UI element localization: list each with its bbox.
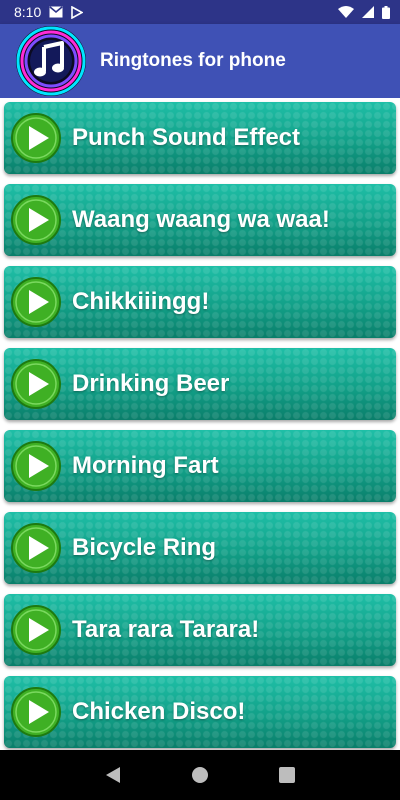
recents-icon[interactable] [275,763,299,787]
play-icon[interactable] [10,194,62,246]
play-icon[interactable] [10,686,62,738]
ringtone-item[interactable]: Chicken Disco! [4,676,396,748]
ringtone-item[interactable]: Chikkiiingg! [4,266,396,338]
play-icon[interactable] [10,112,62,164]
home-icon[interactable] [188,763,212,787]
ringtone-name: Chicken Disco! [72,698,246,725]
play-icon[interactable] [10,276,62,328]
status-bar: 8:10 [0,0,400,24]
ringtone-name: Waang waang wa waa! [72,206,330,233]
ringtone-name: Chikkiiingg! [72,288,210,315]
ringtone-list[interactable]: Punch Sound Effect Waang waang wa waa! C… [0,98,400,750]
back-icon[interactable] [101,763,125,787]
ringtone-item[interactable]: Morning Fart [4,430,396,502]
ringtone-item[interactable]: Punch Sound Effect [4,102,396,174]
ringtone-item[interactable]: Waang waang wa waa! [4,184,396,256]
wifi-icon [338,6,354,18]
ringtone-name: Morning Fart [72,452,219,479]
ringtone-name: Drinking Beer [72,370,230,397]
app-bar: Ringtones for phone [0,24,400,98]
ringtone-item[interactable]: Bicycle Ring [4,512,396,584]
gmail-icon [49,6,63,18]
play-icon[interactable] [10,358,62,410]
ringtone-name: Bicycle Ring [72,534,217,561]
signal-icon [362,6,374,18]
music-note-icon [14,24,88,98]
ringtone-item[interactable]: Drinking Beer [4,348,396,420]
ringtone-name: Tara rara Tarara! [72,616,260,643]
play-icon[interactable] [10,440,62,492]
battery-icon [382,5,390,19]
play-icon[interactable] [10,522,62,574]
navigation-bar [0,750,400,800]
status-time: 8:10 [14,4,42,20]
app-title: Ringtones for phone [100,50,286,71]
ringtone-name: Punch Sound Effect [72,124,300,151]
play-icon[interactable] [10,604,62,656]
play-store-icon [71,5,84,19]
ringtone-item[interactable]: Tara rara Tarara! [4,594,396,666]
